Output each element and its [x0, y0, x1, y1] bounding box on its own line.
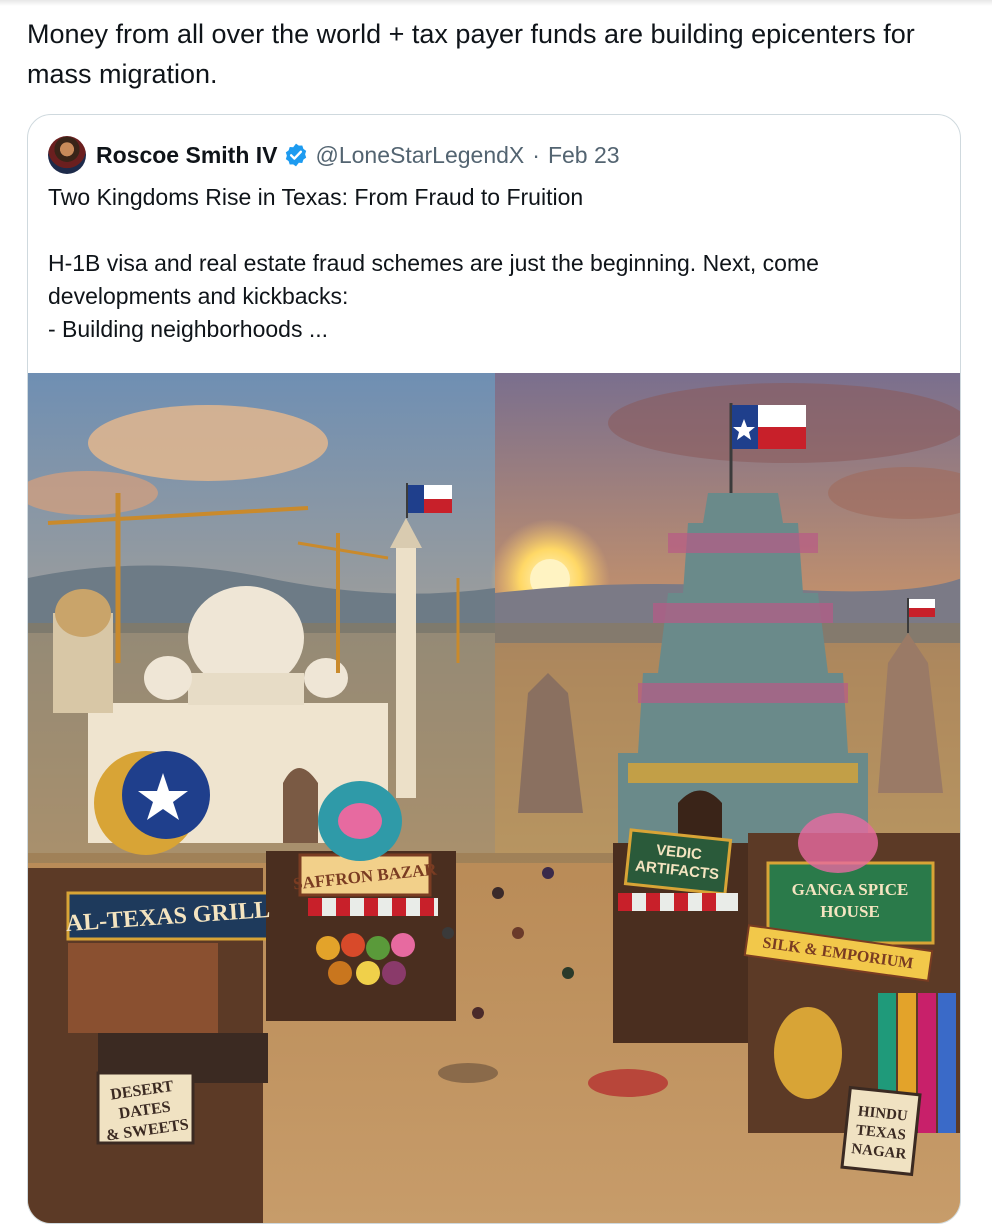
sign-hindu-texas-nagar: HINDU TEXAS NAGAR — [851, 1104, 909, 1163]
quoted-post-card[interactable]: Roscoe Smith IV @LoneStarLegendX · Feb 2… — [27, 114, 961, 1224]
quoted-post-image[interactable]: AL-TEXAS GRILL SAFFRON BAZAR DESERT DATE… — [28, 373, 961, 1224]
separator-dot: · — [532, 141, 540, 168]
quoted-title-line: Two Kingdoms Rise in Texas: From Fraud t… — [48, 184, 584, 210]
quoted-post-text: Two Kingdoms Rise in Texas: From Fraud t… — [48, 181, 928, 346]
post-date[interactable]: Feb 23 — [548, 142, 620, 169]
quoted-list-line: - Building neighborhoods ... — [48, 316, 329, 342]
sign-ganga-line-1: GANGA SPICE — [792, 880, 909, 899]
sign-ganga-line-2: HOUSE — [820, 902, 880, 921]
quoted-post-header: Roscoe Smith IV @LoneStarLegendX · Feb 2… — [48, 135, 620, 175]
quoted-body-line: H-1B visa and real estate fraud schemes … — [48, 250, 819, 309]
avatar[interactable] — [48, 136, 86, 174]
post-text: Money from all over the world + tax paye… — [27, 19, 923, 89]
top-edge — [0, 0, 992, 6]
author-name[interactable]: Roscoe Smith IV — [96, 142, 277, 169]
author-handle[interactable]: @LoneStarLegendX — [315, 142, 524, 169]
verified-badge-icon — [286, 143, 307, 167]
